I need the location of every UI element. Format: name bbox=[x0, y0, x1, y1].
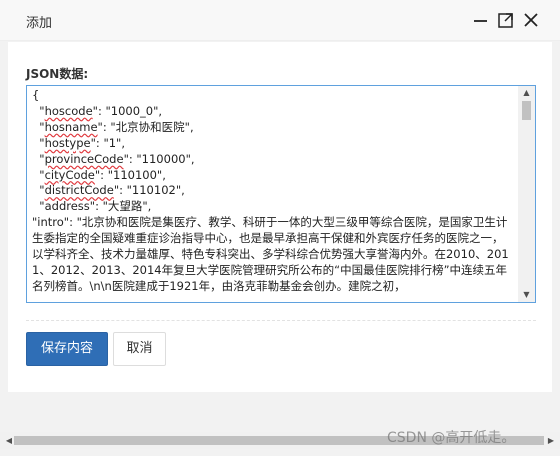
json-line-text: " bbox=[32, 119, 45, 134]
vertical-scrollbar[interactable]: ▲ ▼ bbox=[518, 86, 535, 302]
watermark: CSDN @高开低走。 bbox=[387, 430, 516, 446]
scroll-right-arrow-icon[interactable]: ▶ bbox=[544, 432, 558, 449]
json-key-spellcheck: hostype bbox=[44, 135, 91, 150]
json-line: { bbox=[32, 88, 513, 104]
close-icon[interactable] bbox=[522, 11, 540, 29]
json-line-text: ": "110102", bbox=[113, 183, 185, 198]
json-textarea-content[interactable]: { "hoscode": "1000_0", "hosname": "北京协和医… bbox=[27, 86, 517, 302]
json-line-text: " bbox=[32, 103, 45, 118]
json-line: "districtCode": "110102", bbox=[32, 183, 513, 199]
json-line-text: " bbox=[32, 183, 45, 198]
json-line-text: ": "1000_0", bbox=[92, 103, 163, 118]
json-line-text: "address": "大望路", bbox=[32, 199, 152, 214]
minimize-icon[interactable] bbox=[472, 11, 490, 29]
json-line: "hosname": "北京协和医院", bbox=[32, 120, 513, 136]
json-intro-text: "intro": "北京协和医院是集医疗、教学、科研于一体的大型三级甲等综合医院… bbox=[32, 215, 509, 293]
json-key-spellcheck: provinceCode bbox=[44, 151, 124, 166]
json-textarea[interactable]: { "hoscode": "1000_0", "hosname": "北京协和医… bbox=[26, 85, 536, 303]
json-key-spellcheck: hoscode bbox=[44, 103, 93, 118]
json-line-text: ": "北京协和医院", bbox=[97, 119, 194, 134]
json-line: "address": "大望路", bbox=[32, 199, 513, 215]
json-line-text: { bbox=[32, 88, 40, 102]
json-line-text: " bbox=[32, 167, 45, 182]
json-line-text: " bbox=[32, 151, 45, 166]
dialog-titlebar: 添加 bbox=[0, 0, 560, 41]
json-line-text: ": "110000", bbox=[123, 151, 195, 166]
json-line: "hoscode": "1000_0", bbox=[32, 104, 513, 120]
json-line: "hostype": "1", bbox=[32, 136, 513, 152]
scroll-down-arrow-icon[interactable]: ▼ bbox=[518, 288, 535, 302]
json-key-spellcheck: cityCode bbox=[44, 167, 95, 182]
json-line-text: " bbox=[32, 135, 45, 150]
scroll-up-arrow-icon[interactable]: ▲ bbox=[518, 86, 535, 100]
json-key-spellcheck: hosname bbox=[44, 119, 98, 134]
json-key-spellcheck: districtCode bbox=[44, 183, 114, 198]
json-line: "cityCode": "110100", bbox=[32, 168, 513, 184]
dialog-body: JSON数据: { "hoscode": "1000_0", "hosname"… bbox=[8, 42, 552, 392]
maximize-icon[interactable] bbox=[497, 11, 515, 29]
vertical-scrollbar-thumb[interactable] bbox=[522, 101, 531, 120]
cancel-button[interactable]: 取消 bbox=[113, 332, 166, 366]
json-field-label: JSON数据: bbox=[26, 67, 89, 81]
form-divider bbox=[26, 320, 536, 321]
json-line: "provinceCode": "110000", bbox=[32, 152, 513, 168]
json-line-text: ": "110100", bbox=[94, 167, 166, 182]
json-line-text: ": "1", bbox=[90, 135, 125, 150]
save-button[interactable]: 保存内容 bbox=[26, 332, 108, 366]
dialog-title: 添加 bbox=[26, 16, 53, 31]
